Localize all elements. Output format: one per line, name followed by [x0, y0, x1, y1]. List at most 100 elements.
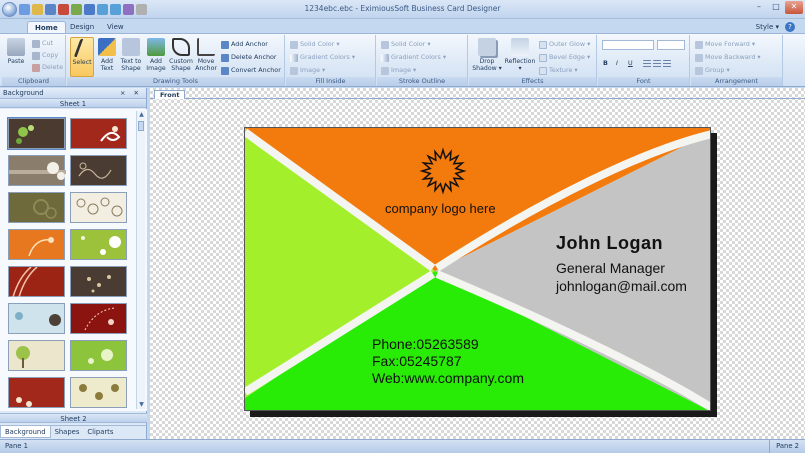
card-name[interactable]: John Logan	[556, 233, 663, 254]
add-anchor-button[interactable]: Add Anchor	[221, 39, 268, 50]
background-thumb[interactable]	[70, 229, 127, 260]
align-right-icon	[663, 59, 671, 68]
window-title: 1234ebc.ebc - EximiousSoft Business Card…	[304, 4, 501, 13]
add-text-button[interactable]: Add Text	[95, 37, 119, 77]
background-thumb[interactable]	[8, 266, 65, 298]
tab-shapes[interactable]: Shapes	[51, 426, 84, 438]
italic-button[interactable]: I	[616, 58, 618, 69]
scroll-down-icon[interactable]: ▼	[137, 401, 146, 409]
stroke-image-button[interactable]: Image ▾	[381, 65, 416, 76]
outer-glow-button[interactable]: Outer Glow ▾	[539, 39, 590, 50]
background-thumb[interactable]	[70, 118, 127, 149]
arrangement-group-label: Arrangement	[691, 77, 782, 86]
cut-button[interactable]: Cut	[32, 38, 53, 49]
tab-design[interactable]: Design	[63, 21, 101, 33]
tab-view[interactable]: View	[100, 21, 131, 33]
status-pane-2: Pane 2	[769, 440, 799, 453]
align-buttons[interactable]	[643, 58, 671, 69]
tab-front[interactable]: Front	[154, 90, 186, 99]
maximize-button[interactable]: □	[768, 1, 784, 14]
texture-icon	[539, 66, 547, 75]
add-text-label: Add Text	[100, 58, 114, 72]
move-forward-button[interactable]: Move Forward ▾	[695, 39, 755, 50]
pointer-icon	[73, 39, 91, 57]
fill-solid-button[interactable]: Solid Color ▾	[290, 39, 340, 50]
background-thumb[interactable]	[8, 155, 66, 186]
sun-logo-icon[interactable]	[419, 147, 467, 195]
logo-placeholder-text[interactable]: company logo here	[385, 201, 496, 216]
fill-gradient-icon	[290, 53, 298, 62]
convert-anchor-button[interactable]: Convert Anchor	[221, 65, 281, 76]
scissors-icon	[32, 39, 40, 48]
card-email[interactable]: johnlogan@mail.com	[556, 278, 687, 294]
scroll-up-icon[interactable]: ▲	[137, 111, 146, 119]
fill-image-button[interactable]: Image ▾	[290, 65, 325, 76]
card-job-title[interactable]: General Manager	[556, 260, 665, 276]
help-icon[interactable]: ?	[785, 22, 795, 32]
background-thumb[interactable]	[8, 229, 65, 260]
drop-shadow-button[interactable]: Drop Shadow ▾	[472, 37, 502, 77]
drop-shadow-label: Drop Shadow ▾	[472, 58, 502, 72]
cut-label: Cut	[42, 39, 54, 47]
group-label: Group ▾	[705, 66, 730, 74]
font-family-combo[interactable]	[602, 40, 654, 50]
tab-background[interactable]: Background	[0, 426, 51, 438]
copy-button[interactable]: Copy	[32, 50, 58, 61]
background-thumb[interactable]	[70, 303, 127, 334]
background-thumb[interactable]	[8, 303, 65, 334]
business-card[interactable]: company logo here John Logan General Man…	[244, 127, 711, 411]
background-thumb[interactable]	[70, 377, 127, 408]
move-anchor-button[interactable]: Move Anchor	[194, 37, 218, 77]
fill-gradient-button[interactable]: Gradient Colors ▾	[290, 52, 355, 63]
move-backward-button[interactable]: Move Backward ▾	[695, 52, 761, 63]
card-phone[interactable]: Phone:05263589	[372, 336, 479, 352]
delete-anchor-icon	[221, 53, 229, 62]
canvas-workspace[interactable]: Front company logo here John Logan Gener…	[150, 88, 805, 439]
stroke-gradient-button[interactable]: Gradient Colors ▾	[381, 52, 446, 63]
paste-icon	[7, 38, 25, 56]
thumbnail-scrollbar[interactable]: ▲ ▼	[136, 111, 145, 409]
underline-button[interactable]: U	[628, 58, 633, 69]
custom-shape-button[interactable]: Custom Shape	[169, 37, 193, 77]
sheet-1-header[interactable]: Sheet 1	[0, 98, 146, 108]
background-thumb[interactable]	[70, 192, 127, 223]
align-left-icon	[643, 59, 651, 68]
add-image-button[interactable]: Add Image	[144, 37, 168, 77]
pane-controls[interactable]: ⨯ ✕	[120, 88, 142, 98]
stroke-gradient-icon	[381, 53, 389, 62]
background-thumb[interactable]	[7, 117, 66, 150]
font-size-combo[interactable]	[657, 40, 685, 50]
background-thumb[interactable]	[70, 266, 127, 297]
fill-bucket-icon	[290, 40, 298, 49]
stroke-solid-label: Solid Color ▾	[391, 40, 431, 48]
background-thumb[interactable]	[70, 340, 127, 371]
scroll-thumb[interactable]	[138, 121, 144, 131]
reflection-button[interactable]: Reflection ▾	[504, 37, 536, 77]
close-button[interactable]: ✕	[785, 1, 803, 14]
style-menu[interactable]: Style ▾	[756, 23, 779, 31]
clipboard-group: Paste Cut Copy Delete Clipboard	[2, 35, 66, 86]
tab-cliparts[interactable]: Cliparts	[83, 426, 117, 438]
stroke-solid-button[interactable]: Solid Color ▾	[381, 39, 431, 50]
group-button[interactable]: Group ▾	[695, 65, 730, 76]
pane-bottom-tabs: Background Shapes Cliparts	[0, 425, 147, 438]
sheet-2-header[interactable]: Sheet 2	[0, 413, 147, 423]
copy-label: Copy	[42, 51, 59, 59]
drawing-tools-group-label: Drawing Tools	[67, 77, 284, 86]
delete-button[interactable]: Delete	[32, 62, 63, 73]
paste-button[interactable]: Paste	[4, 37, 28, 77]
card-fax[interactable]: Fax:05245787	[372, 353, 462, 369]
bold-button[interactable]: B	[603, 58, 608, 69]
background-thumb[interactable]	[8, 340, 65, 371]
delete-anchor-button[interactable]: Delete Anchor	[221, 52, 277, 63]
texture-button[interactable]: Texture ▾	[539, 65, 578, 76]
text-to-shape-button[interactable]: Text to Shape	[119, 37, 143, 77]
background-thumb[interactable]	[8, 377, 65, 408]
minimize-button[interactable]: –	[751, 1, 767, 14]
tab-home[interactable]: Home	[27, 21, 66, 33]
select-button[interactable]: Select	[70, 37, 94, 77]
card-web[interactable]: Web:www.company.com	[372, 370, 524, 386]
bevel-edge-button[interactable]: Bevel Edge ▾	[539, 52, 590, 63]
background-thumb[interactable]	[8, 192, 65, 223]
background-thumb[interactable]	[70, 155, 127, 186]
